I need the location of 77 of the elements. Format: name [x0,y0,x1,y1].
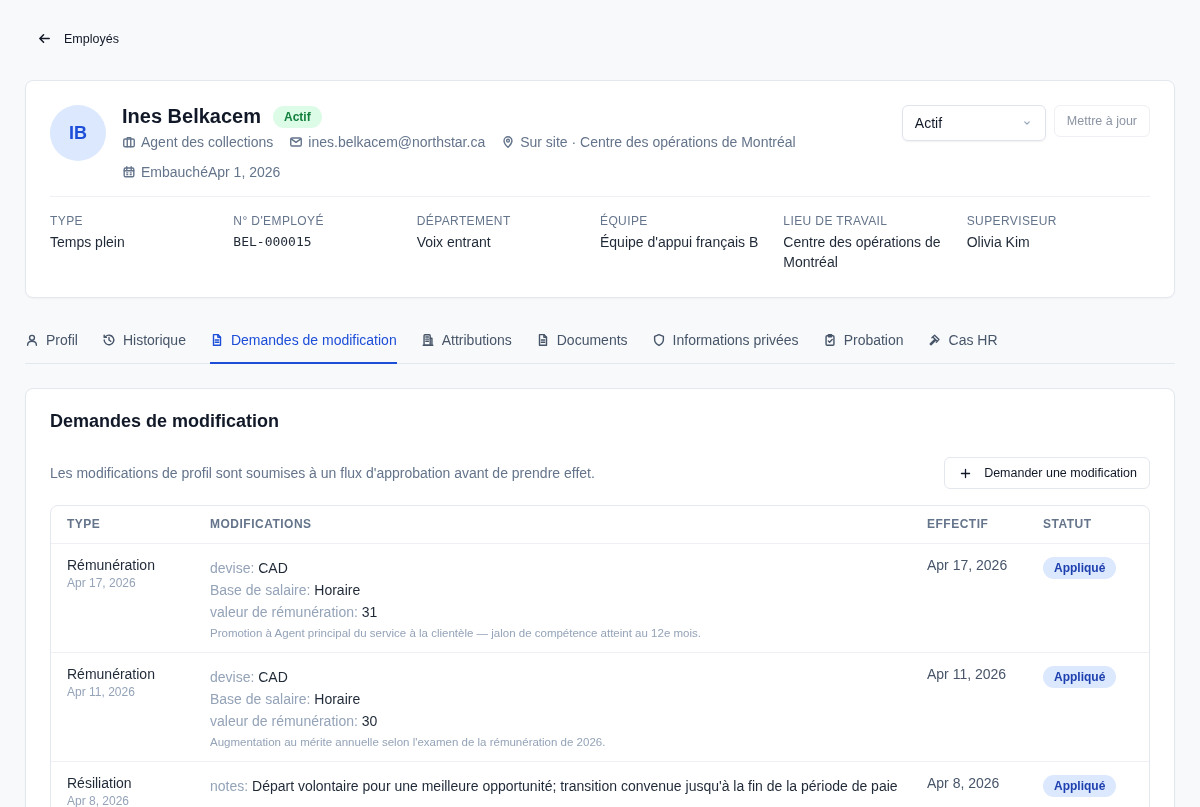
building-icon [420,333,435,347]
change-type: Résiliation [67,775,133,791]
location-pin-icon [501,135,516,149]
change-value: Horaire [314,582,361,598]
plus-icon [959,466,973,480]
field-value: Centre des opérations de Montréal [783,233,942,272]
history-icon [101,333,116,347]
change-field: valeur de rémunération: [210,713,358,729]
change-field: devise: [210,560,255,576]
change-type: Rémunération [67,666,156,682]
change-field: Base de salaire: [210,582,311,598]
gavel-icon [927,333,942,347]
tab[interactable]: Probation [822,332,904,364]
field-label: ÉQUIPE [600,214,649,228]
column-header: STATUT [1043,516,1093,533]
change-value: 30 [361,713,378,729]
change-field: devise: [210,669,255,685]
column-header: EFFECTIF [927,516,990,533]
change-field: valeur de rémunération: [210,604,358,620]
change-value: Horaire [314,691,361,707]
field-label: TYPE [50,214,84,228]
section-description: Les modifications de profil sont soumises à un flux d'approbation avant de prendre effet. [50,465,595,481]
tab[interactable]: Profil [25,332,78,364]
clipboard-check-icon [822,333,837,347]
request-change-button[interactable]: Demander une modification [944,457,1150,489]
field-value: Olivia Kim [966,233,1031,252]
tab[interactable]: Attributions [420,332,512,364]
effective-date: Apr 11, 2026 [927,666,1007,682]
mail-icon [289,135,304,149]
change-value: CAD [258,560,288,576]
calendar-icon [122,165,136,179]
request-date: Apr 11, 2026 [67,685,136,699]
tab[interactable]: Historique [101,332,186,364]
effective-date: Apr 8, 2026 [927,775,1000,791]
meta-text: EmbauchéApr 1, 2026 [141,164,281,180]
field-label: SUPERVISEUR [966,214,1058,228]
change-note: Promotion à Agent principal du service à la clientèle — jalon de compétence atteint au 12e mois. [210,627,702,639]
status-badge: Appliqué [1043,666,1117,688]
change-value: 31 [361,604,378,620]
back-link[interactable]: Employés [37,31,119,46]
tab[interactable]: Documents [535,332,628,364]
section-title: Demandes de modification [50,411,281,432]
change-note: Augmentation au mérite annuelle selon l'examen de la rémunération de 2026. [210,736,607,748]
tab[interactable]: Informations privées [651,332,799,364]
status-badge: Appliqué [1043,557,1117,579]
change-value: CAD [258,669,288,685]
field-value: Équipe d'appui français B [600,233,760,252]
briefcase-icon [122,135,136,149]
field-label: LIEU DE TRAVAIL [783,214,889,228]
change-field: Base de salaire: [210,691,311,707]
effective-date: Apr 17, 2026 [927,557,1008,573]
column-header: TYPE [67,516,102,533]
field-label: DÉPARTEMENT [416,214,512,228]
tab[interactable]: Demandes de modification [209,332,397,364]
column-header: MODIFICATIONS [210,516,313,533]
meta-text: Sur site · Centre des opérations de Montréal [520,134,796,150]
tab[interactable]: Cas HR [927,332,998,364]
meta-text: Agent des collections [141,134,274,150]
request-date: Apr 17, 2026 [67,576,137,590]
employee-name: Ines Belkacem [122,105,261,128]
field-value: Temps plein [50,233,126,252]
request-date: Apr 8, 2026 [67,794,131,807]
avatar: IB [50,105,106,161]
status-badge: Actif [273,105,322,128]
back-arrow-icon [37,31,52,46]
status-select[interactable]: Actif [901,105,1046,141]
shield-icon [651,333,666,347]
change-field: notes: [210,778,249,794]
change-type: Rémunération [67,557,156,573]
status-badge: Appliqué [1043,775,1117,797]
meta-text: ines.belkacem@northstar.ca [308,134,486,150]
field-value: BEL-000015 [233,233,313,251]
user-icon [25,333,39,347]
change-value: Départ volontaire pour une meilleure opportunité; transition convenue jusqu'à la fin de la période de paie [252,778,898,794]
field-value: Voix entrant [416,233,492,252]
select-value: Actif [914,115,943,131]
field-label: N° D'EMPLOYÉ [233,214,325,228]
